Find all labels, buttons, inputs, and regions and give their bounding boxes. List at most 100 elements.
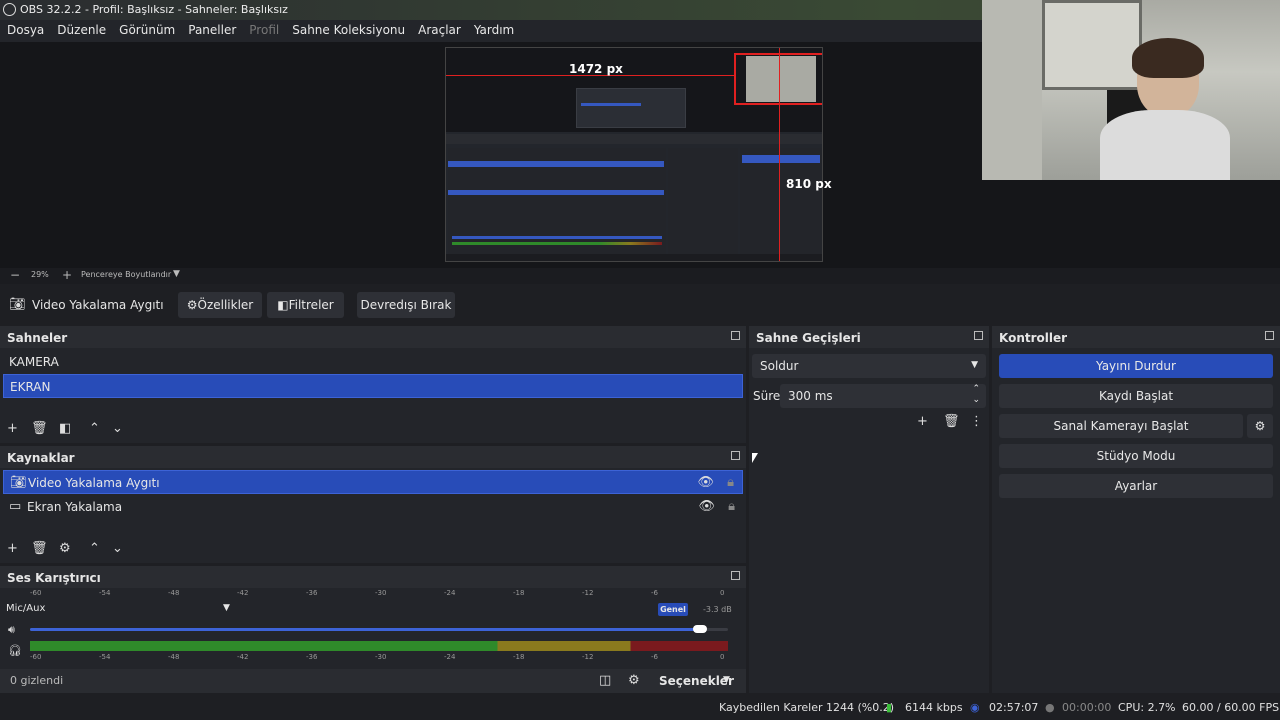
gear-icon: ⚙ bbox=[186, 298, 198, 312]
volume-slider-knob[interactable] bbox=[693, 625, 707, 633]
properties-button[interactable]: ⚙Özellikler bbox=[178, 292, 262, 318]
start-virtual-camera-button[interactable]: Sanal Kamerayı Başlat bbox=[999, 414, 1243, 438]
scene-item-ekran[interactable]: EKRAN bbox=[3, 374, 743, 398]
meter-scale-label: -42 bbox=[237, 589, 249, 597]
volume-slider[interactable] bbox=[30, 625, 728, 633]
menu-dosya[interactable]: Dosya bbox=[0, 20, 50, 37]
zoom-in-button[interactable]: + bbox=[62, 268, 72, 282]
chevron-down-icon[interactable]: ▼ bbox=[723, 675, 730, 685]
duration-spinbox[interactable]: 300 ms ⌃ ⌄ bbox=[780, 384, 986, 408]
webcam-overlay bbox=[982, 0, 1280, 180]
source-item-screen-capture[interactable]: ▭ Ekran Yakalama 👁︎ 🔒︎ bbox=[3, 495, 743, 519]
obs-logo-icon bbox=[3, 3, 16, 16]
source-item-label: Video Yakalama Aygıtı bbox=[28, 476, 160, 490]
screen-capture-preview[interactable] bbox=[445, 47, 823, 262]
meter-scale-label: -36 bbox=[306, 589, 318, 597]
gear-icon[interactable]: ⚙ bbox=[59, 542, 71, 556]
mouse-cursor-icon bbox=[752, 453, 758, 463]
mixer-dock-header: Ses Karıştırıcı bbox=[0, 566, 746, 588]
menu-sahne-koleksiyonu[interactable]: Sahne Koleksiyonu bbox=[285, 20, 411, 37]
transition-select-value: Soldur bbox=[760, 359, 799, 373]
menu-gorunum[interactable]: Görünüm bbox=[112, 20, 181, 37]
transition-select[interactable]: Soldur ▼ bbox=[752, 354, 986, 378]
eye-icon[interactable]: 👁︎ bbox=[697, 476, 714, 490]
meter-scale-label: -30 bbox=[375, 589, 387, 597]
mixer-footer: 0 gizlendi ◫ ⚙ Seçenekler ▼ bbox=[0, 669, 746, 693]
monitor-audio-icon[interactable]: 🎧︎ bbox=[8, 644, 22, 658]
add-icon[interactable]: + bbox=[917, 415, 928, 429]
studio-mode-button[interactable]: Stüdyo Modu bbox=[999, 444, 1273, 468]
more-options-icon[interactable]: ⋮ bbox=[970, 415, 983, 429]
stop-stream-button[interactable]: Yayını Durdur bbox=[999, 354, 1273, 378]
gear-icon: ⚙ bbox=[1254, 419, 1266, 433]
meter-scale-label: -60 bbox=[30, 589, 42, 597]
meter-scale-label: -54 bbox=[99, 653, 111, 661]
lock-icon[interactable]: 🔒︎ bbox=[728, 500, 735, 514]
stream-time: 02:57:07 bbox=[989, 701, 1039, 714]
record-icon: ● bbox=[1045, 701, 1055, 714]
trash-icon[interactable]: 🗑︎ bbox=[31, 542, 48, 556]
transitions-dock-header: Sahne Geçişleri bbox=[749, 326, 989, 348]
channel-dropdown-icon[interactable]: ▼ bbox=[223, 603, 230, 613]
virtual-camera-settings-button[interactable]: ⚙ bbox=[1247, 414, 1273, 438]
move-up-icon[interactable]: ⌃ bbox=[89, 542, 100, 556]
meter-scale-top: -60 -54 -48 -42 -36 -30 -24 -18 -12 -6 0 bbox=[30, 589, 728, 599]
fps: 60.00 / 60.00 FPS bbox=[1182, 701, 1280, 714]
undock-icon[interactable] bbox=[974, 331, 983, 340]
meter-scale-label: -18 bbox=[513, 653, 525, 661]
add-icon[interactable]: + bbox=[7, 422, 18, 436]
zoom-out-button[interactable]: − bbox=[10, 268, 20, 282]
meter-scale-label: -12 bbox=[582, 589, 594, 597]
camera-icon: 📷︎ bbox=[9, 297, 26, 312]
source-item-video-capture[interactable]: 📷︎ Video Yakalama Aygıtı 👁︎ 🔒︎ bbox=[3, 470, 743, 494]
meter-scale-label: -60 bbox=[30, 653, 42, 661]
filters-button[interactable]: ◧Filtreler bbox=[267, 292, 344, 318]
undock-icon[interactable] bbox=[731, 571, 740, 580]
settings-button[interactable]: Ayarlar bbox=[999, 474, 1273, 498]
layout-icon[interactable]: ◫ bbox=[599, 674, 611, 688]
deactivate-button[interactable]: Devredışı Bırak bbox=[357, 292, 455, 318]
advanced-audio-icon[interactable]: ⚙ bbox=[628, 674, 640, 688]
menu-profil[interactable]: Profil bbox=[242, 20, 285, 37]
menu-duzenle[interactable]: Düzenle bbox=[50, 20, 112, 37]
width-measure-label: 1472 px bbox=[569, 62, 623, 76]
bitrate: 6144 kbps bbox=[905, 701, 963, 714]
zoom-bar: − 29% + Pencereye Boyutlandır ▼ bbox=[0, 268, 1280, 284]
channel-db-value: -3.3 dB bbox=[703, 605, 732, 614]
filter-icon[interactable]: ◧ bbox=[59, 422, 71, 436]
menu-paneller[interactable]: Paneller bbox=[181, 20, 242, 37]
start-recording-button[interactable]: Kaydı Başlat bbox=[999, 384, 1273, 408]
move-up-icon[interactable]: ⌃ bbox=[89, 422, 100, 436]
properties-button-label: Özellikler bbox=[197, 298, 254, 312]
lock-icon[interactable]: 🔒︎ bbox=[727, 476, 734, 490]
move-down-icon[interactable]: ⌄ bbox=[112, 422, 123, 436]
height-measure-label: 810 px bbox=[786, 177, 832, 191]
scene-item-kamera[interactable]: KAMERA bbox=[3, 350, 743, 374]
meter-scale-label: -18 bbox=[513, 589, 525, 597]
menu-yardim[interactable]: Yardım bbox=[467, 20, 520, 37]
undock-icon[interactable] bbox=[731, 331, 740, 340]
sources-title: Kaynaklar bbox=[7, 451, 75, 465]
zoom-dropdown-icon[interactable]: ▼ bbox=[173, 269, 180, 279]
undock-icon[interactable] bbox=[1265, 331, 1274, 340]
selected-source-label: Video Yakalama Aygıtı bbox=[32, 298, 164, 312]
camera-icon: 📷︎ bbox=[10, 475, 27, 490]
chevron-down-icon: ▼ bbox=[971, 360, 978, 370]
zoom-value: 29% bbox=[31, 270, 49, 279]
source-item-label: Ekran Yakalama bbox=[27, 500, 123, 514]
filter-icon: ◧ bbox=[277, 298, 289, 312]
spin-up-icon[interactable]: ⌃ bbox=[972, 384, 980, 394]
add-icon[interactable]: + bbox=[7, 542, 18, 556]
trash-icon[interactable]: 🗑︎ bbox=[31, 422, 48, 436]
signal-icon: ▮ bbox=[886, 701, 893, 714]
speaker-icon[interactable]: 🔊︎ bbox=[8, 623, 15, 637]
trash-icon[interactable]: 🗑︎ bbox=[943, 415, 960, 429]
move-down-icon[interactable]: ⌄ bbox=[112, 542, 123, 556]
status-bar: Kaybedilen Kareler 1244 (%0.2) ▮ 6144 kb… bbox=[0, 696, 1280, 720]
menu-araclar[interactable]: Araçlar bbox=[411, 20, 467, 37]
eye-icon[interactable]: 👁︎ bbox=[698, 500, 715, 514]
fit-to-window-button[interactable]: Pencereye Boyutlandır bbox=[81, 270, 171, 279]
spin-down-icon[interactable]: ⌄ bbox=[972, 395, 980, 405]
scenes-dock: Sahneler KAMERA EKRAN + 🗑︎ ◧ ⌃ ⌄ bbox=[0, 326, 746, 443]
undock-icon[interactable] bbox=[731, 451, 740, 460]
